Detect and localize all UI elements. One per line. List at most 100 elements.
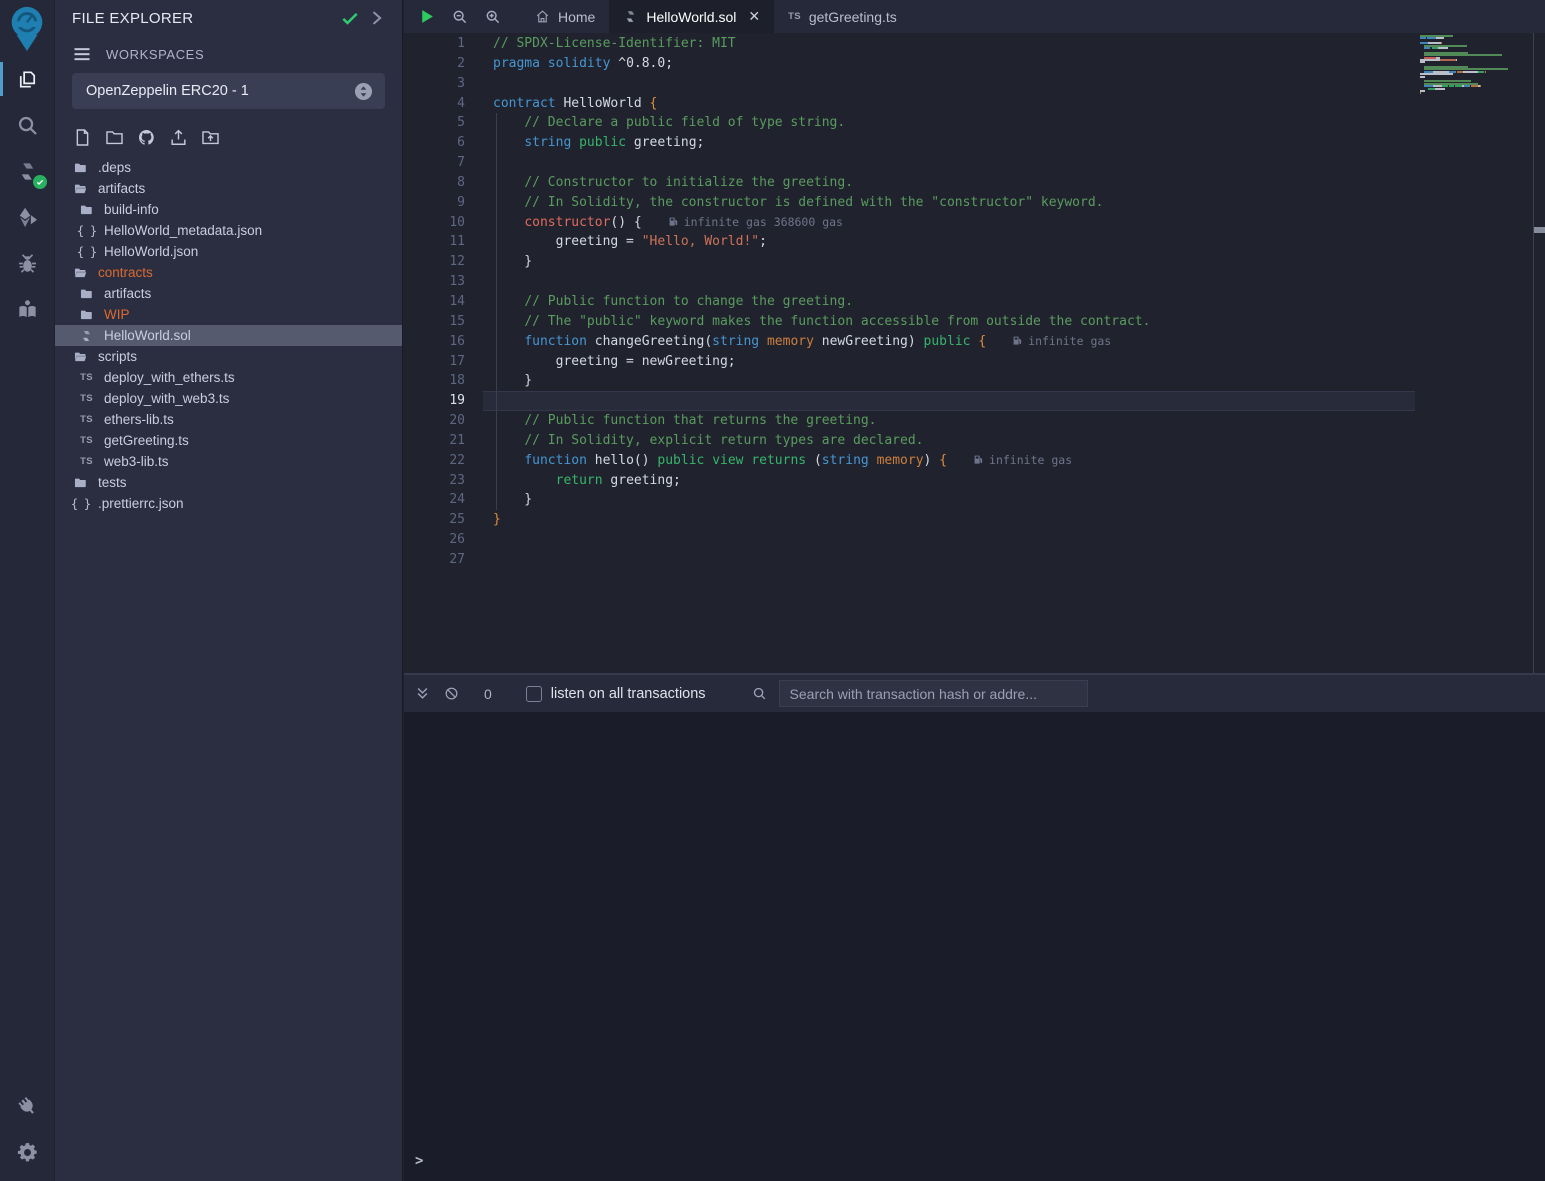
tree-item-label: HelloWorld.sol: [104, 328, 191, 343]
tab-close-icon[interactable]: ✕: [748, 8, 760, 25]
tree-item-wip[interactable]: WIP: [55, 304, 402, 325]
code-line-21: // In Solidity, explicit return types ar…: [483, 431, 1415, 451]
line-number: 3: [404, 74, 483, 94]
line-number: 7: [404, 153, 483, 173]
tab-label: getGreeting.ts: [809, 9, 897, 25]
remix-logo-icon[interactable]: [0, 0, 55, 56]
tree-item-web3-lib.ts[interactable]: TSweb3-lib.ts: [55, 451, 402, 472]
search-button[interactable]: [0, 102, 55, 148]
code-line-17: greeting = newGreeting;: [483, 352, 1415, 372]
tree-item-helloworld.json[interactable]: { }HelloWorld.json: [55, 241, 402, 262]
line-number: 23: [404, 471, 483, 491]
tree-item-scripts[interactable]: scripts: [55, 346, 402, 367]
line-number: 18: [404, 371, 483, 391]
line-number: 9: [404, 193, 483, 213]
tree-item-.prettierrc.json[interactable]: { }.prettierrc.json: [55, 493, 402, 514]
tree-item-deploy-with-web3.ts[interactable]: TSdeploy_with_web3.ts: [55, 388, 402, 409]
workspace-selected-value: OpenZeppelin ERC20 - 1: [86, 83, 354, 99]
line-number: 8: [404, 173, 483, 193]
file-explorer-panel: FILE EXPLORER WORKSPACES OpenZeppelin ER…: [55, 0, 403, 1181]
tree-item-tests[interactable]: tests: [55, 472, 402, 493]
plugin-manager-icon: [11, 1090, 43, 1122]
upload-file-icon[interactable]: [168, 127, 189, 148]
tree-item-getgreeting.ts[interactable]: TSgetGreeting.ts: [55, 430, 402, 451]
line-number: 26: [404, 530, 483, 550]
hamburger-menu-icon[interactable]: [72, 44, 92, 64]
line-number: 4: [404, 94, 483, 114]
line-number: 11: [404, 232, 483, 252]
tab-home[interactable]: Home: [521, 0, 609, 33]
terminal-expand-icon[interactable]: [415, 686, 430, 701]
tree-item-deploy-with-ethers.ts[interactable]: TSdeploy_with_ethers.ts: [55, 367, 402, 388]
solidity-compiler-button[interactable]: [0, 148, 55, 194]
learneth-button[interactable]: [0, 286, 55, 332]
code-line-18: }: [483, 371, 1415, 391]
workspace-ok-check-icon[interactable]: [340, 8, 360, 28]
tree-item-build-info[interactable]: build-info: [55, 199, 402, 220]
tree-item-label: ethers-lib.ts: [104, 412, 174, 427]
gas-estimate-ghost: infinite gas: [973, 453, 1072, 467]
line-number: 5: [404, 113, 483, 133]
tree-item-label: contracts: [98, 265, 153, 280]
search-icon: [16, 114, 39, 137]
folder-icon: [72, 475, 89, 490]
code-line-25: }: [483, 510, 1415, 530]
folder-open-icon: [72, 181, 89, 196]
tree-item-helloworld.sol[interactable]: HelloWorld.sol: [55, 325, 402, 346]
code-line-11: greeting = "Hello, World!";: [483, 232, 1415, 252]
new-folder-icon[interactable]: [104, 127, 125, 148]
code-line-13: [483, 272, 1415, 292]
code-line-3: [483, 74, 1415, 94]
line-number: 17: [404, 352, 483, 372]
settings-button[interactable]: [0, 1129, 55, 1175]
gas-estimate-ghost: infinite gas 368600 gas: [668, 215, 843, 229]
tree-item-artifacts[interactable]: artifacts: [55, 178, 402, 199]
code-line-19: [483, 391, 1415, 411]
code-line-27: [483, 550, 1415, 570]
tree-item-label: HelloWorld_metadata.json: [104, 223, 262, 238]
tree-item-label: WIP: [104, 307, 130, 322]
clear-console-icon[interactable]: [444, 686, 459, 701]
code-editor[interactable]: 1234567891011121314151617181920212223242…: [404, 33, 1545, 673]
ts-icon: TS: [788, 11, 801, 22]
tree-item-label: scripts: [98, 349, 137, 364]
plugin-manager-button[interactable]: [0, 1083, 55, 1129]
line-number: 6: [404, 133, 483, 153]
tree-item-ethers-lib.ts[interactable]: TSethers-lib.ts: [55, 409, 402, 430]
learneth-icon: [16, 298, 39, 321]
github-clone-icon[interactable]: [136, 127, 157, 148]
transaction-count-badge: 0: [484, 686, 492, 702]
terminal-search-input[interactable]: [779, 680, 1088, 707]
minimap[interactable]: [1420, 35, 1524, 100]
zoom-in-button[interactable]: [476, 0, 509, 33]
tab-getgreeting-ts[interactable]: TS getGreeting.ts: [774, 0, 911, 33]
line-number: 24: [404, 490, 483, 510]
listen-transactions-checkbox[interactable]: [526, 686, 542, 702]
json-file-icon: { }: [78, 244, 95, 259]
file-explorer-button[interactable]: [0, 56, 55, 102]
zoom-out-button[interactable]: [443, 0, 476, 33]
folder-open-icon: [72, 349, 89, 364]
new-file-icon[interactable]: [72, 127, 93, 148]
workspace-dropdown[interactable]: OpenZeppelin ERC20 - 1: [72, 73, 385, 109]
folder-icon: [78, 307, 95, 322]
tab-helloworld-sol[interactable]: HelloWorld.sol✕: [609, 0, 774, 33]
upload-folder-icon[interactable]: [200, 127, 221, 148]
line-number: 14: [404, 292, 483, 312]
tree-item-.deps[interactable]: .deps: [55, 157, 402, 178]
panel-chevron-right-icon[interactable]: [366, 8, 386, 28]
code-line-24: }: [483, 490, 1415, 510]
file-tree: .depsartifactsbuild-info{ }HelloWorld_me…: [55, 157, 402, 514]
line-number: 25: [404, 510, 483, 530]
typescript-file-icon: TS: [78, 370, 95, 385]
tree-item-helloworld-metadata.json[interactable]: { }HelloWorld_metadata.json: [55, 220, 402, 241]
tree-item-label: web3-lib.ts: [104, 454, 169, 469]
debugger-button[interactable]: [0, 240, 55, 286]
panel-title: FILE EXPLORER: [72, 10, 193, 27]
tree-item-contracts[interactable]: contracts: [55, 262, 402, 283]
terminal-header: 0 listen on all transactions: [404, 675, 1545, 712]
editor-scrollbar-thumb[interactable]: [1534, 227, 1545, 233]
run-script-button[interactable]: [410, 0, 443, 33]
deploy-run-button[interactable]: [0, 194, 55, 240]
tree-item-artifacts[interactable]: artifacts: [55, 283, 402, 304]
